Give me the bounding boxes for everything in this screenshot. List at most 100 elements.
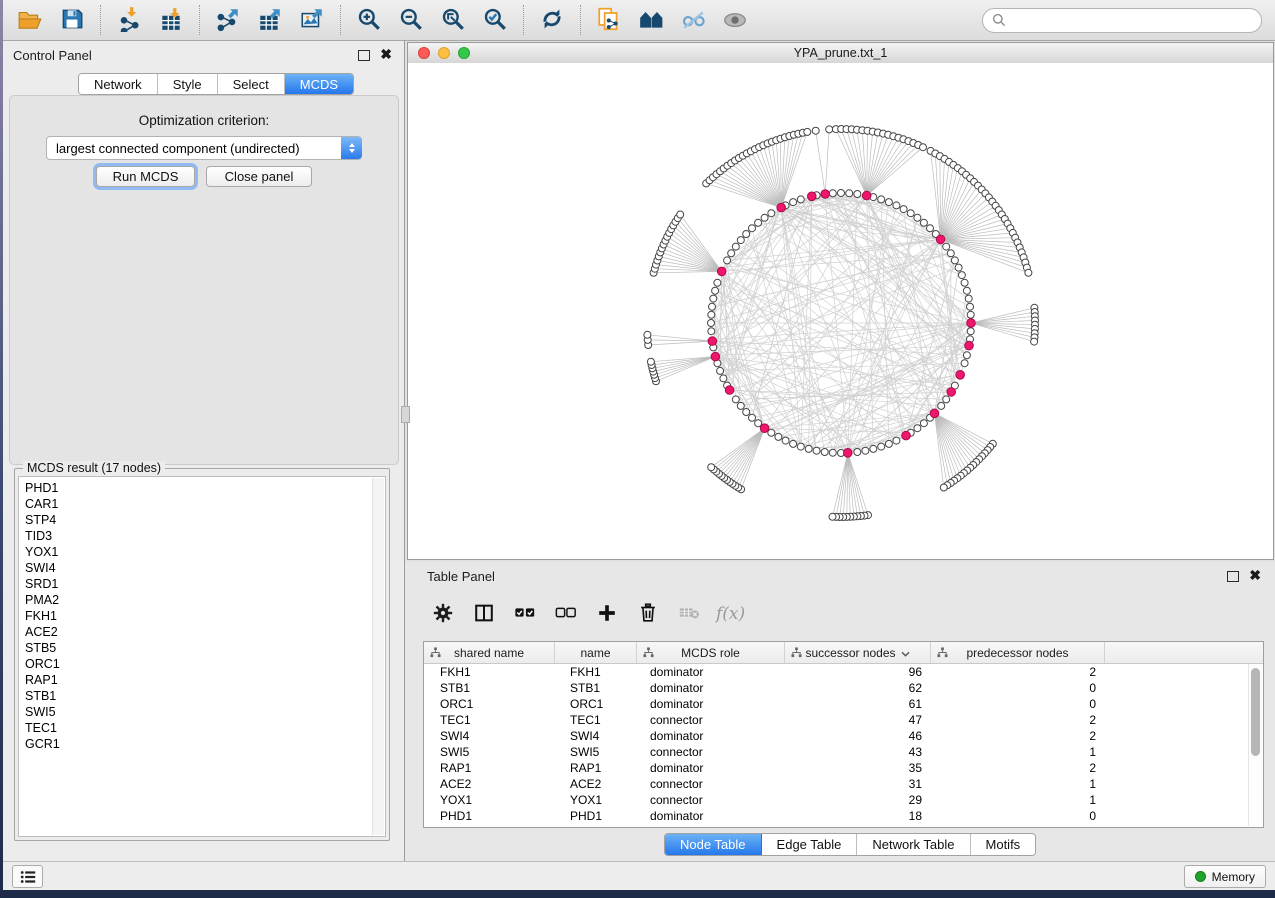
network-hub-node[interactable] [930, 409, 939, 418]
network-node[interactable] [963, 352, 970, 359]
network-node[interactable] [732, 396, 739, 403]
float-table-panel-icon[interactable] [1227, 571, 1239, 582]
delete-column-button[interactable] [634, 600, 662, 628]
network-node[interactable] [732, 243, 739, 250]
search-input[interactable] [1012, 12, 1252, 28]
mcds-result-item[interactable]: RAP1 [19, 672, 385, 688]
cell-MCDS-role[interactable]: connector [637, 713, 785, 727]
network-node[interactable] [790, 199, 797, 206]
cell-MCDS-role[interactable]: connector [637, 777, 785, 791]
open-folder-button[interactable] [11, 4, 49, 36]
cell-name[interactable]: FKH1 [555, 665, 637, 679]
cell-name[interactable]: SWI4 [555, 729, 637, 743]
cell-predecessor-nodes[interactable]: 1 [931, 745, 1105, 759]
column-header-successor-nodes[interactable]: successor nodes [785, 642, 931, 663]
network-node[interactable] [743, 409, 750, 416]
network-node[interactable] [829, 449, 836, 456]
network-node[interactable] [714, 279, 721, 286]
network-node[interactable] [826, 126, 833, 133]
run-mcds-button[interactable]: Run MCDS [96, 166, 195, 187]
tab-network[interactable]: Network [79, 74, 158, 94]
network-node[interactable] [761, 214, 768, 221]
cell-MCDS-role[interactable]: dominator [637, 761, 785, 775]
network-node[interactable] [958, 272, 965, 279]
network-node[interactable] [708, 320, 715, 327]
network-node[interactable] [943, 243, 950, 250]
mcds-result-item[interactable]: GCR1 [19, 736, 385, 752]
network-node[interactable] [961, 279, 968, 286]
cell-successor-nodes[interactable]: 61 [785, 697, 931, 711]
network-node[interactable] [965, 295, 972, 302]
network-node[interactable] [878, 443, 885, 450]
cell-successor-nodes[interactable]: 43 [785, 745, 931, 759]
table-row[interactable]: SWI5SWI5connector431 [424, 744, 1263, 760]
network-node[interactable] [720, 375, 727, 382]
cell-MCDS-role[interactable]: dominator [637, 697, 785, 711]
network-node[interactable] [797, 443, 804, 450]
cell-successor-nodes[interactable]: 47 [785, 713, 931, 727]
tab-node-table[interactable]: Node Table [665, 834, 762, 855]
mcds-result-item[interactable]: SRD1 [19, 576, 385, 592]
cell-predecessor-nodes[interactable]: 0 [931, 681, 1105, 695]
cell-shared-name[interactable]: SWI4 [424, 729, 555, 743]
column-header-name[interactable]: name [555, 642, 637, 663]
table-row[interactable]: YOX1YOX1connector291 [424, 792, 1263, 808]
table-row[interactable]: RAP1RAP1dominator352 [424, 760, 1263, 776]
network-window-titlebar[interactable]: YPA_prune.txt_1 [408, 43, 1273, 64]
network-hub-node[interactable] [711, 352, 720, 361]
list-scrollbar[interactable] [372, 478, 384, 835]
cell-predecessor-nodes[interactable]: 1 [931, 793, 1105, 807]
network-node[interactable] [914, 425, 921, 432]
table-row[interactable]: STB1STB1dominator620 [424, 680, 1263, 696]
cell-predecessor-nodes[interactable]: 0 [931, 809, 1105, 823]
cell-shared-name[interactable]: ACE2 [424, 777, 555, 791]
cell-predecessor-nodes[interactable]: 2 [931, 713, 1105, 727]
cell-name[interactable]: RAP1 [555, 761, 637, 775]
export-table-button[interactable] [251, 4, 289, 36]
zoom-fit-button[interactable] [434, 4, 472, 36]
mcds-result-item[interactable]: TEC1 [19, 720, 385, 736]
network-node[interactable] [967, 303, 974, 310]
network-node[interactable] [967, 328, 974, 335]
cell-predecessor-nodes[interactable]: 2 [931, 665, 1105, 679]
criterion-dropdown[interactable]: largest connected component (undirected) [46, 136, 362, 160]
cell-MCDS-role[interactable]: connector [637, 793, 785, 807]
mcds-result-item[interactable]: PMA2 [19, 592, 385, 608]
network-node[interactable] [885, 440, 892, 447]
network-node[interactable] [708, 464, 715, 471]
cell-MCDS-role[interactable]: dominator [637, 681, 785, 695]
mcds-result-item[interactable]: YOX1 [19, 544, 385, 560]
network-node[interactable] [724, 257, 731, 264]
network-node[interactable] [854, 191, 861, 198]
network-node[interactable] [870, 445, 877, 452]
select-all-button[interactable] [511, 600, 539, 628]
cell-MCDS-role[interactable]: connector [637, 745, 785, 759]
panel-splitter-handle[interactable] [401, 406, 410, 423]
cell-successor-nodes[interactable]: 96 [785, 665, 931, 679]
network-node[interactable] [920, 420, 927, 427]
cell-shared-name[interactable]: TEC1 [424, 713, 555, 727]
cell-shared-name[interactable]: ORC1 [424, 697, 555, 711]
cell-successor-nodes[interactable]: 35 [785, 761, 931, 775]
zoom-selected-button[interactable] [476, 4, 514, 36]
tab-style[interactable]: Style [158, 74, 218, 94]
mcds-result-item[interactable]: TID3 [19, 528, 385, 544]
network-node[interactable] [1025, 269, 1032, 276]
network-hub-node[interactable] [844, 449, 853, 458]
tab-edge-table[interactable]: Edge Table [762, 834, 858, 855]
mcds-result-item[interactable]: SWI5 [19, 704, 385, 720]
network-node[interactable] [708, 328, 715, 335]
network-node[interactable] [938, 402, 945, 409]
column-header-shared-name[interactable]: shared name [424, 642, 555, 663]
network-hub-node[interactable] [777, 203, 786, 212]
cell-name[interactable]: ORC1 [555, 697, 637, 711]
network-node[interactable] [647, 358, 654, 365]
cell-shared-name[interactable]: YOX1 [424, 793, 555, 807]
network-node[interactable] [878, 196, 885, 203]
add-column-button[interactable] [593, 600, 621, 628]
network-node[interactable] [920, 144, 927, 151]
network-node[interactable] [708, 311, 715, 318]
network-hub-node[interactable] [936, 235, 945, 244]
mcds-result-item[interactable]: ACE2 [19, 624, 385, 640]
network-node[interactable] [854, 449, 861, 456]
